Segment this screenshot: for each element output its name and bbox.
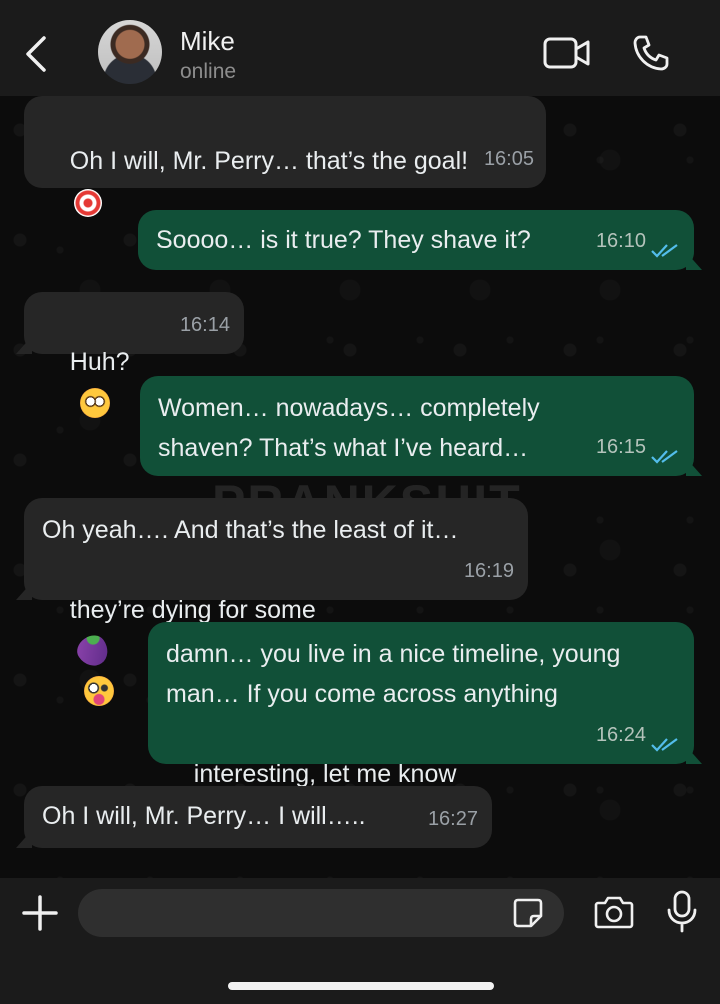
eggplant-emoji: [71, 630, 114, 673]
message-outgoing[interactable]: Women… nowadays… completely shaven? That…: [140, 376, 702, 476]
message-text-line: Women… nowadays… completely: [158, 394, 540, 422]
phone-icon[interactable]: [632, 34, 670, 72]
sticker-icon[interactable]: [512, 897, 544, 929]
message-incoming[interactable]: Oh I will, Mr. Perry… I will….. 16:27: [16, 786, 492, 848]
camera-icon[interactable]: [594, 894, 634, 930]
plus-icon[interactable]: [22, 895, 58, 931]
message-text-line: they’re dying for some: [69, 596, 316, 624]
avatar[interactable]: [98, 20, 162, 84]
message-outgoing[interactable]: damn… you live in a nice timeline, young…: [148, 622, 702, 828]
contact-status: online: [180, 60, 237, 83]
message-text: Huh?: [69, 348, 130, 376]
message-outgoing[interactable]: Soooo… is it true? They shave it? 16:10: [138, 210, 702, 270]
chat-header: Mike online: [0, 0, 720, 96]
message-incoming[interactable]: Huh? 16:14: [16, 292, 244, 419]
message-incoming[interactable]: Oh yeah…. And that’s the least of it… th…: [16, 498, 528, 707]
home-indicator[interactable]: [228, 982, 494, 990]
read-checkmarks-icon: [651, 244, 678, 258]
chevron-left-icon[interactable]: [20, 34, 52, 74]
contact-name[interactable]: Mike: [180, 26, 235, 57]
message-time: 16:24: [595, 724, 646, 746]
message-time: 16:15: [595, 436, 646, 458]
message-input[interactable]: [78, 889, 564, 937]
message-incoming[interactable]: Oh I will, Mr. Perry… that’s the goal! 1…: [24, 96, 546, 218]
message-time: 16:14: [179, 314, 230, 336]
read-checkmarks-icon: [651, 450, 678, 464]
message-time: 16:05: [483, 148, 534, 170]
message-time: 16:19: [463, 560, 514, 582]
message-time: 16:10: [595, 230, 646, 252]
message-text-line: man… If you come across anything: [166, 680, 558, 708]
message-time: 16:27: [427, 808, 478, 830]
zany-face-emoji: [83, 676, 114, 707]
message-text-line: interesting, let me know: [193, 760, 457, 788]
message-text-line: Oh yeah…. And that’s the least of it…: [42, 516, 459, 544]
direct-hit-emoji: [73, 189, 102, 218]
video-camera-icon[interactable]: [543, 36, 591, 70]
microphone-icon[interactable]: [666, 890, 698, 934]
read-checkmarks-icon: [651, 738, 678, 752]
message-text: Oh I will, Mr. Perry… I will…..: [42, 802, 366, 830]
message-text-line: damn… you live in a nice timeline, young: [166, 640, 621, 668]
message-text: Oh I will, Mr. Perry… that’s the goal!: [69, 147, 469, 175]
flushed-face-emoji: [79, 388, 110, 419]
